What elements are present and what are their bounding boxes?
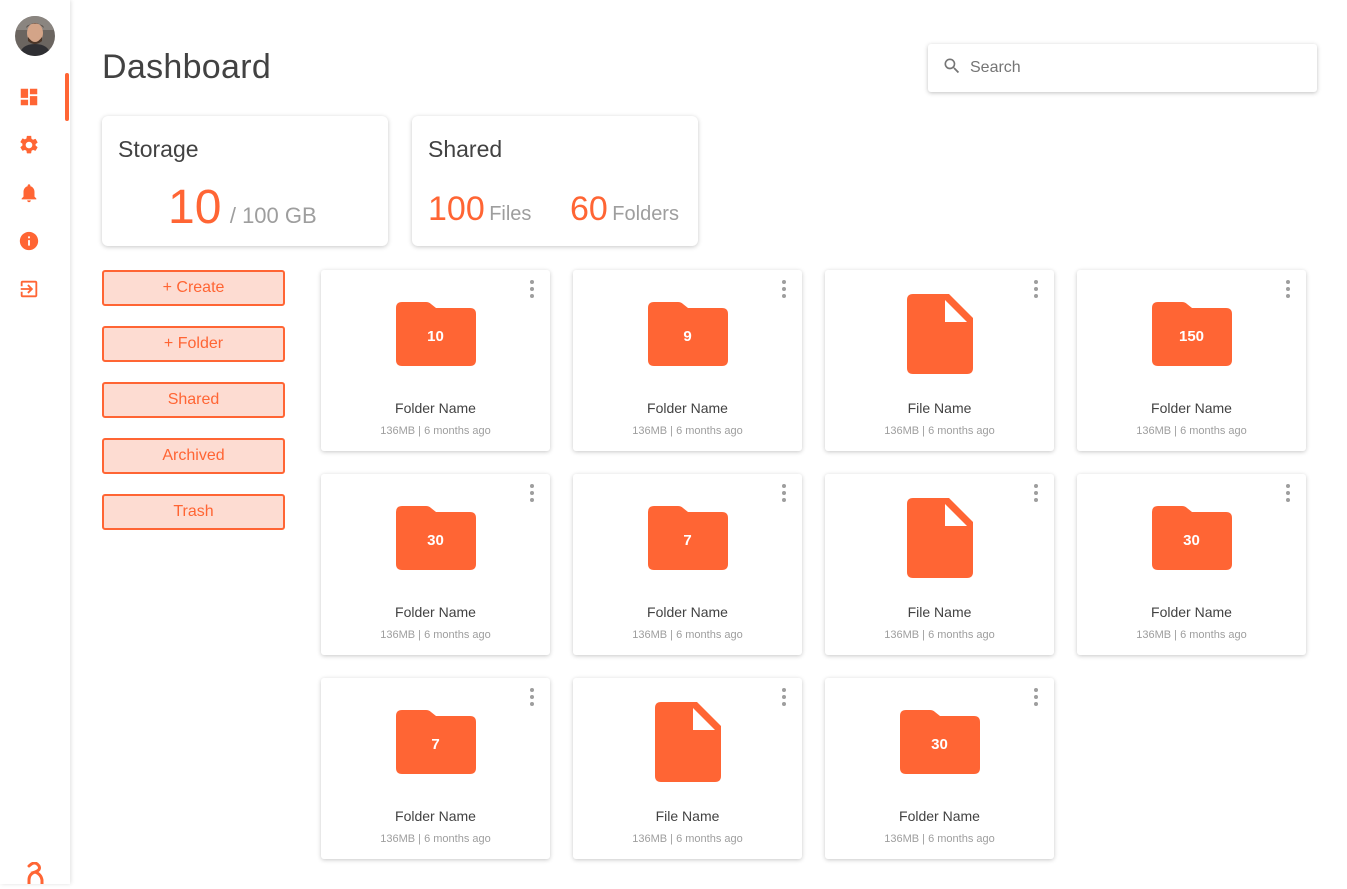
folder-tile[interactable]: 30 Folder Name 136MB | 6 months ago	[321, 474, 550, 655]
tile-meta: 136MB | 6 months ago	[380, 629, 491, 641]
file-tile[interactable]: File Name 136MB | 6 months ago	[825, 474, 1054, 655]
info-icon[interactable]	[17, 229, 41, 253]
tile-meta: 136MB | 6 months ago	[884, 629, 995, 641]
more-options-icon[interactable]	[526, 688, 538, 706]
more-options-icon[interactable]	[1030, 688, 1042, 706]
tile-meta: 136MB | 6 months ago	[1136, 629, 1247, 641]
folder-item-count: 7	[431, 736, 440, 753]
folder-tile[interactable]: 9 Folder Name 136MB | 6 months ago	[573, 270, 802, 451]
more-options-icon[interactable]	[1282, 484, 1294, 502]
tile-name: Folder Name	[1151, 400, 1232, 416]
folder-item-count: 30	[427, 532, 444, 549]
folder-tile[interactable]: 10 Folder Name 136MB | 6 months ago	[321, 270, 550, 451]
tile-name: Folder Name	[647, 400, 728, 416]
folder-tile[interactable]: 30 Folder Name 136MB | 6 months ago	[825, 678, 1054, 859]
tile-name: File Name	[907, 604, 972, 620]
folder-tile[interactable]: 150 Folder Name 136MB | 6 months ago	[1077, 270, 1306, 451]
folder-item-count: 7	[683, 532, 692, 549]
more-options-icon[interactable]	[778, 280, 790, 298]
folder-tile[interactable]: 7 Folder Name 136MB | 6 months ago	[321, 678, 550, 859]
search-input[interactable]	[970, 59, 1310, 77]
folder-item-count: 30	[931, 736, 948, 753]
storage-used: 10	[168, 181, 222, 234]
folder-item-count: 10	[427, 328, 444, 345]
search-icon	[942, 56, 962, 81]
search-box[interactable]	[928, 44, 1317, 92]
more-options-icon[interactable]	[1030, 280, 1042, 298]
tile-meta: 136MB | 6 months ago	[380, 425, 491, 437]
logout-icon[interactable]	[17, 277, 41, 301]
storage-title: Storage	[118, 136, 199, 162]
tile-name: Folder Name	[647, 604, 728, 620]
folder-item-count: 9	[683, 328, 692, 345]
create-button[interactable]: + Create	[102, 270, 285, 306]
tile-name: File Name	[655, 808, 720, 824]
shared-title: Shared	[428, 136, 503, 162]
tile-name: File Name	[907, 400, 972, 416]
tile-meta: 136MB | 6 months ago	[632, 425, 743, 437]
storage-card: Storage 10 / 100 GB	[102, 116, 388, 246]
shared-files-label: Files	[489, 203, 532, 225]
active-nav-indicator	[65, 73, 69, 121]
storage-total: / 100 GB	[229, 203, 317, 228]
shared-button[interactable]: Shared	[102, 382, 285, 418]
gear-icon[interactable]	[17, 133, 41, 157]
tile-meta: 136MB | 6 months ago	[884, 833, 995, 845]
file-icon	[906, 498, 973, 578]
tile-meta: 136MB | 6 months ago	[884, 425, 995, 437]
folder-item-count: 150	[1178, 328, 1205, 345]
more-options-icon[interactable]	[526, 280, 538, 298]
new-folder-button[interactable]: + Folder	[102, 326, 285, 362]
file-tile[interactable]: File Name 136MB | 6 months ago	[825, 270, 1054, 451]
file-tile[interactable]: File Name 136MB | 6 months ago	[573, 678, 802, 859]
tile-name: Folder Name	[899, 808, 980, 824]
dashboard-icon[interactable]	[17, 85, 41, 109]
more-options-icon[interactable]	[778, 484, 790, 502]
tile-name: Folder Name	[1151, 604, 1232, 620]
file-icon	[654, 702, 721, 782]
more-options-icon[interactable]	[1282, 280, 1294, 298]
folder-item-count: 30	[1183, 532, 1200, 549]
brand-logo-icon	[23, 861, 47, 886]
folder-tile[interactable]: 7 Folder Name 136MB | 6 months ago	[573, 474, 802, 655]
more-options-icon[interactable]	[1030, 484, 1042, 502]
tile-name: Folder Name	[395, 400, 476, 416]
shared-folders-count: 60	[570, 190, 608, 228]
more-options-icon[interactable]	[778, 688, 790, 706]
shared-files-count: 100	[428, 190, 485, 228]
tile-meta: 136MB | 6 months ago	[380, 833, 491, 845]
avatar[interactable]	[15, 16, 55, 56]
folder-tile[interactable]: 30 Folder Name 136MB | 6 months ago	[1077, 474, 1306, 655]
archived-button[interactable]: Archived	[102, 438, 285, 474]
file-icon	[906, 294, 973, 374]
shared-card: Shared 100 Files 60 Folders	[412, 116, 698, 246]
shared-folders-label: Folders	[612, 203, 679, 225]
page-title: Dashboard	[102, 48, 272, 86]
tile-meta: 136MB | 6 months ago	[632, 833, 743, 845]
more-options-icon[interactable]	[526, 484, 538, 502]
tile-meta: 136MB | 6 months ago	[632, 629, 743, 641]
tile-meta: 136MB | 6 months ago	[1136, 425, 1247, 437]
tile-name: Folder Name	[395, 808, 476, 824]
bell-icon[interactable]	[17, 181, 41, 205]
sidebar	[0, 0, 70, 886]
trash-button[interactable]: Trash	[102, 494, 285, 530]
tile-name: Folder Name	[395, 604, 476, 620]
